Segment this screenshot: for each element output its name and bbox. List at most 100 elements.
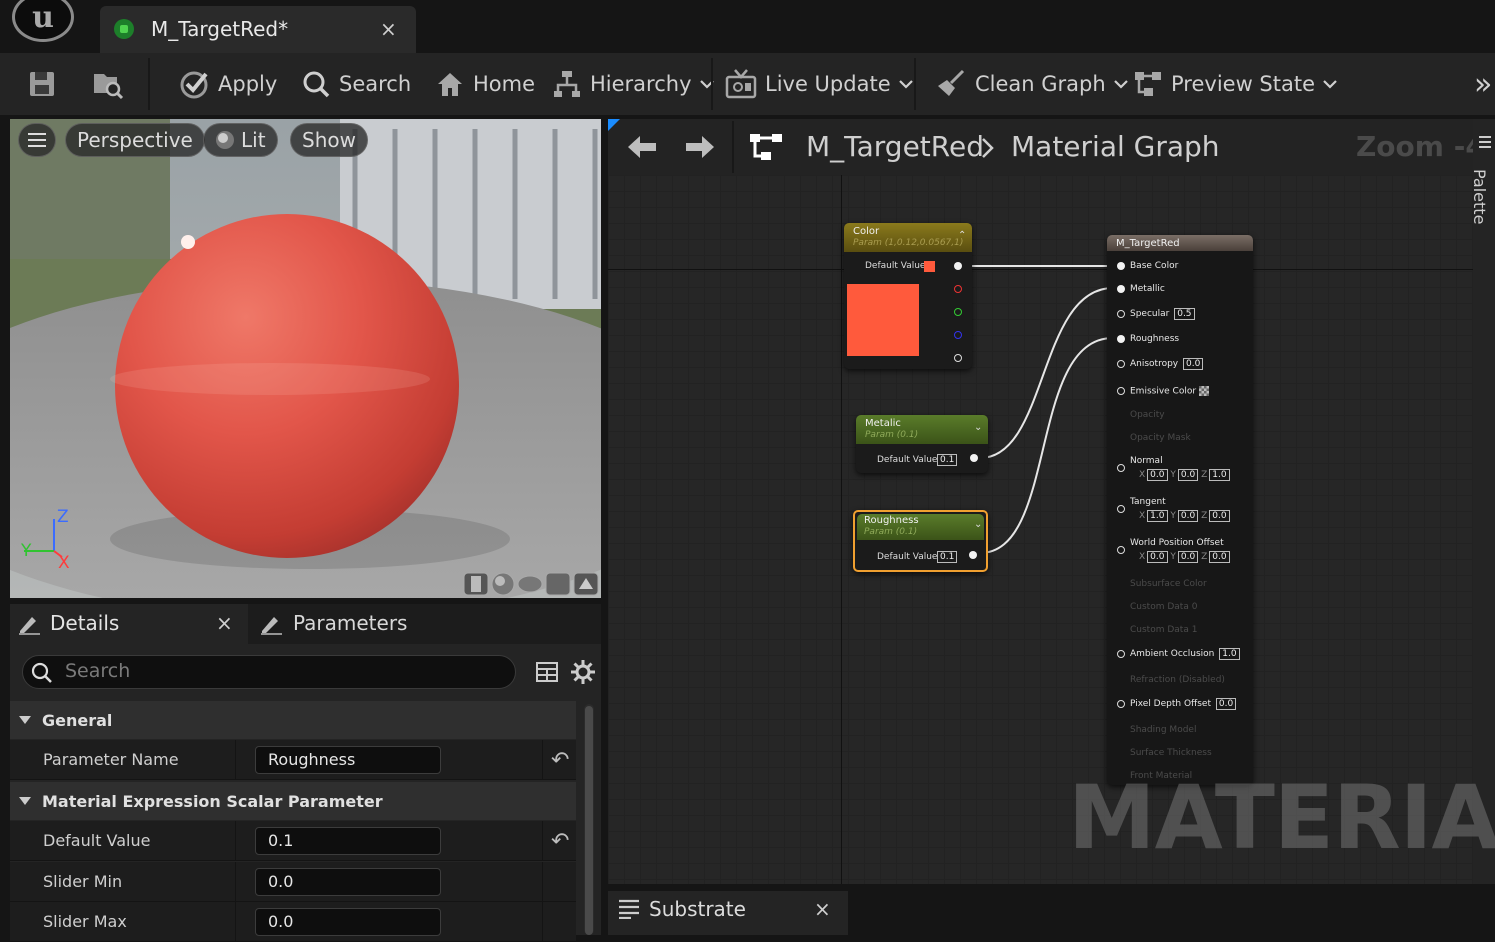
- tangent-x[interactable]: 1.0: [1147, 510, 1168, 522]
- tab-substrate[interactable]: Substrate ×: [608, 891, 848, 935]
- r-output-pin[interactable]: [954, 285, 962, 293]
- base-color-pin[interactable]: [1117, 262, 1125, 270]
- save-button[interactable]: [27, 53, 57, 115]
- specular-value[interactable]: 0.5: [1174, 308, 1195, 320]
- wpo-z[interactable]: 0.0: [1209, 551, 1230, 563]
- slider-min-field[interactable]: 0.0: [255, 868, 441, 896]
- tangent-y[interactable]: 0.0: [1177, 510, 1199, 522]
- tangent-z[interactable]: 0.0: [1209, 510, 1230, 522]
- anisotropy-value[interactable]: 0.0: [1183, 358, 1204, 370]
- preview-state-dropdown[interactable]: Preview State: [1133, 53, 1337, 115]
- ao-pin[interactable]: [1117, 650, 1125, 658]
- details-search-input[interactable]: Search: [22, 655, 516, 689]
- breadcrumb-graph[interactable]: Material Graph: [1011, 130, 1220, 163]
- collapse-chevron-icon[interactable]: ⌄: [974, 519, 982, 530]
- anisotropy-label: Anisotropy: [1130, 359, 1179, 369]
- tangent-label: Tangent: [1130, 497, 1166, 507]
- tab-details[interactable]: Details ×: [10, 604, 248, 644]
- show-label: Show: [302, 128, 356, 152]
- hierarchy-dropdown[interactable]: Hierarchy: [552, 53, 714, 115]
- metallic-pin[interactable]: [1117, 285, 1125, 293]
- metallic-parameter-node[interactable]: Metalic Param (0.1) ⌄ Default Value 0.1: [856, 415, 988, 473]
- wpo-pin[interactable]: [1117, 546, 1125, 554]
- color-swatch[interactable]: [924, 261, 935, 272]
- normal-y[interactable]: 0.0: [1177, 469, 1199, 481]
- reset-to-default-icon[interactable]: ↶: [551, 829, 569, 854]
- wpo-x[interactable]: 0.0: [1147, 551, 1168, 563]
- perspective-label: Perspective: [77, 128, 193, 152]
- specular-pin[interactable]: [1117, 310, 1125, 318]
- roughness-parameter-node[interactable]: Roughness Param (0.1) ⌄ Default Value 0.…: [853, 510, 988, 572]
- normal-pin[interactable]: [1117, 464, 1125, 472]
- reset-to-default-icon[interactable]: ↶: [551, 748, 569, 773]
- color-parameter-node[interactable]: Color Param (1,0.12,0.0567,1) ⌃ Default …: [844, 223, 972, 369]
- apply-button[interactable]: Apply: [178, 53, 277, 115]
- lit-button[interactable]: Lit: [203, 123, 278, 157]
- tangent-z-label: Z: [1201, 511, 1208, 521]
- section-general[interactable]: General: [10, 701, 576, 739]
- collapse-chevron-icon[interactable]: ⌄: [974, 422, 982, 433]
- search-button[interactable]: Search: [301, 53, 411, 115]
- a-output-pin[interactable]: [954, 354, 962, 362]
- roughness-pin[interactable]: [1117, 335, 1125, 343]
- metallic-output-pin[interactable]: [970, 454, 978, 462]
- home-button[interactable]: Home: [435, 53, 535, 115]
- close-tab-button[interactable]: ×: [380, 17, 397, 41]
- material-output-node[interactable]: M_TargetRed Base Color Metallic Specular…: [1107, 235, 1253, 785]
- roughness-output-pin[interactable]: [969, 551, 977, 559]
- g-output-pin[interactable]: [954, 308, 962, 316]
- pdo-pin[interactable]: [1117, 700, 1125, 708]
- settings-gear-icon[interactable]: [570, 659, 596, 685]
- browse-button[interactable]: [91, 53, 125, 115]
- default-value-field[interactable]: 0.1: [255, 827, 441, 855]
- pdo-value[interactable]: 0.0: [1215, 698, 1237, 710]
- normal-z[interactable]: 1.0: [1209, 469, 1230, 481]
- chevron-down-icon: [1323, 80, 1337, 89]
- collapse-chevron-icon[interactable]: ⌃: [958, 230, 966, 241]
- forward-arrow-icon[interactable]: [684, 133, 716, 161]
- rgb-output-pin[interactable]: [954, 262, 962, 270]
- close-details-button[interactable]: ×: [216, 611, 233, 635]
- opacity-label: Opacity: [1130, 410, 1165, 420]
- emissive-label: Emissive Color: [1130, 386, 1197, 397]
- shading-model-label: Shading Model: [1130, 725, 1197, 735]
- normal-x[interactable]: 0.0: [1147, 469, 1168, 481]
- details-scrollbar[interactable]: [584, 704, 594, 935]
- tab-parameters[interactable]: Parameters: [254, 604, 454, 644]
- document-tab[interactable]: M_TargetRed* ×: [100, 6, 416, 53]
- document-tab-title: M_TargetRed*: [151, 17, 289, 41]
- lit-label: Lit: [241, 128, 266, 152]
- b-output-pin[interactable]: [954, 331, 962, 339]
- tangent-pin[interactable]: [1117, 505, 1125, 513]
- viewport-scene: [10, 119, 601, 598]
- wpo-y[interactable]: 0.0: [1177, 551, 1199, 563]
- toolbar-overflow-button[interactable]: »: [1474, 53, 1492, 115]
- back-arrow-icon[interactable]: [626, 133, 658, 161]
- live-update-dropdown[interactable]: Live Update: [725, 53, 913, 115]
- breadcrumb-asset[interactable]: M_TargetRed: [806, 130, 984, 163]
- emissive-pin[interactable]: [1117, 387, 1125, 395]
- slider-max-field[interactable]: 0.0: [255, 908, 441, 936]
- preview-viewport[interactable]: Perspective Lit Show Z Y X: [10, 119, 601, 598]
- clean-graph-dropdown[interactable]: Clean Graph: [935, 53, 1128, 115]
- ao-value[interactable]: 1.0: [1219, 648, 1240, 660]
- viewport-menu-button[interactable]: [18, 123, 56, 157]
- parameter-name-field[interactable]: Roughness: [255, 746, 441, 774]
- roughness-value-field[interactable]: 0.1: [937, 551, 958, 563]
- emissive-swatch[interactable]: [1198, 386, 1209, 396]
- color-default-label: Default Value: [865, 261, 926, 271]
- anisotropy-pin[interactable]: [1117, 360, 1125, 368]
- perspective-button[interactable]: Perspective: [65, 123, 205, 157]
- table-view-icon[interactable]: [535, 660, 559, 684]
- show-button[interactable]: Show: [290, 123, 368, 157]
- logo-letter: u: [32, 0, 54, 35]
- save-icon: [30, 72, 54, 96]
- metallic-value-field[interactable]: 0.1: [937, 454, 958, 466]
- close-substrate-button[interactable]: ×: [814, 897, 831, 921]
- substrate-list-icon: [619, 899, 639, 919]
- substrate-tab-label: Substrate: [649, 897, 746, 921]
- section-scalar-parameter[interactable]: Material Expression Scalar Parameter: [10, 782, 576, 820]
- parameter-name-row: Parameter Name Roughness ↶: [10, 740, 576, 780]
- surface-thickness-label: Surface Thickness: [1130, 748, 1212, 758]
- ao-label: Ambient Occlusion: [1130, 649, 1215, 659]
